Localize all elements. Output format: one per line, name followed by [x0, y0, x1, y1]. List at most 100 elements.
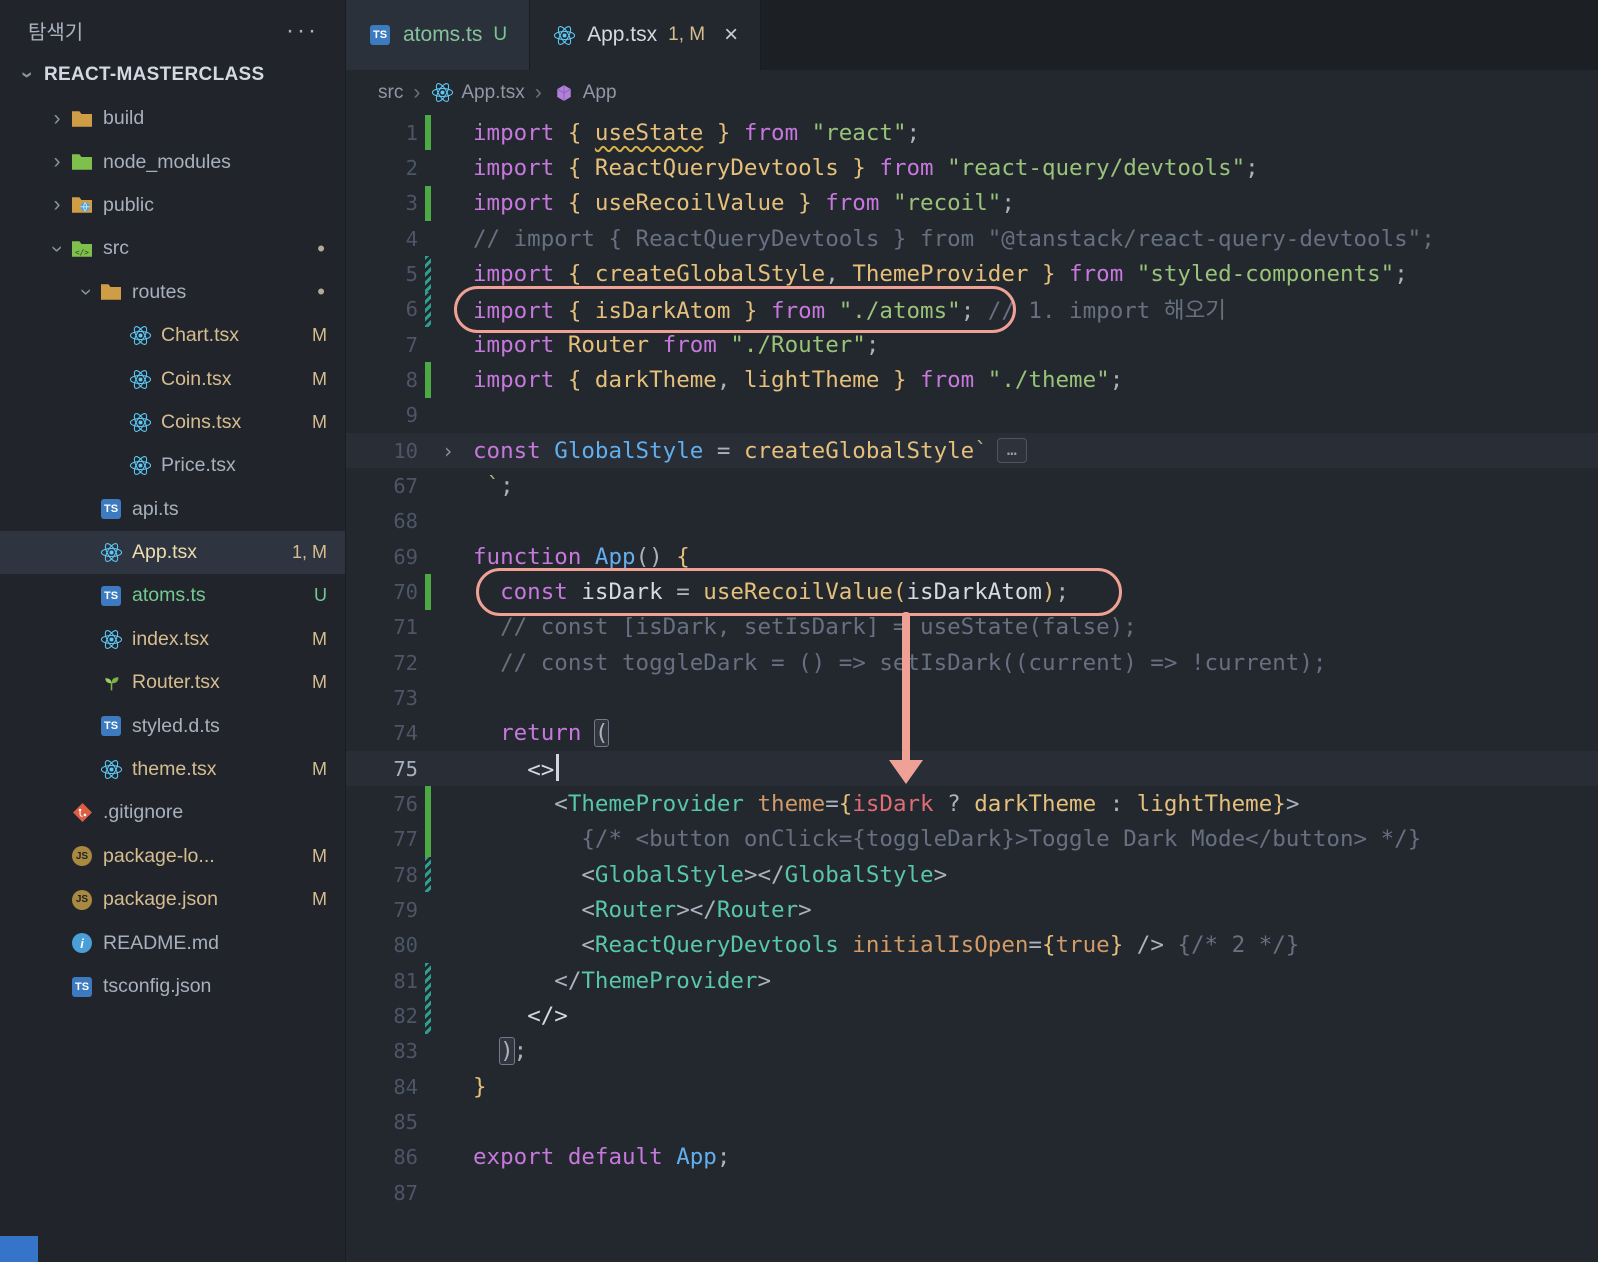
line-number: 75: [393, 756, 418, 781]
code-line-80[interactable]: 80 <ReactQueryDevtools initialIsOpen={tr…: [346, 928, 1598, 963]
tree-item-readme-md[interactable]: i README.md: [0, 921, 345, 964]
typescript-icon: TS: [99, 498, 123, 520]
code-text: return (: [500, 719, 610, 748]
tree-item-tsconfig-json[interactable]: TS tsconfig.json: [0, 965, 345, 1008]
chevron-down-icon[interactable]: ›: [74, 279, 98, 305]
code-line-74[interactable]: 74 return (: [346, 716, 1598, 751]
tree-item-router-tsx[interactable]: Router.tsx M: [0, 661, 345, 704]
tree-item-label: index.tsx: [132, 627, 209, 650]
tree-item-package-lo[interactable]: JS package-lo... M: [0, 835, 345, 878]
code-line-82[interactable]: 82 </>: [346, 998, 1598, 1034]
gutter-spacer: [418, 928, 436, 963]
tree-item-chart-tsx[interactable]: Chart.tsx M: [0, 314, 345, 357]
project-root-label: REACT-MASTERCLASS: [44, 64, 265, 85]
code-text: </ThemeProvider>: [554, 967, 772, 994]
code-line-71[interactable]: 71 // const [isDark, setIsDark] = useSta…: [346, 610, 1598, 645]
code-editor[interactable]: 1 import { useState } from "react"; 2 impor…: [346, 115, 1598, 1210]
chevron-right-icon[interactable]: ›: [44, 107, 70, 131]
line-number: 84: [393, 1074, 418, 1099]
code-line-73[interactable]: 73: [346, 680, 1598, 715]
git-status-badge: M: [312, 672, 327, 693]
code-line-67[interactable]: 67 `;: [346, 468, 1598, 503]
code-line-68[interactable]: 68: [346, 504, 1598, 539]
tree-item-build[interactable]: › build: [0, 97, 345, 140]
code-line-4[interactable]: 4 // import { ReactQueryDevtools } from "…: [346, 221, 1598, 256]
tree-item-coins-tsx[interactable]: Coins.tsx M: [0, 401, 345, 444]
tree-item-routes[interactable]: › routes •: [0, 271, 345, 314]
code-line-86[interactable]: 86 export default App;: [346, 1140, 1598, 1175]
code-text: import Router from "./Router";: [473, 331, 880, 358]
code-line-81[interactable]: 81 </ThemeProvider>: [346, 962, 1598, 999]
line-number: 1: [405, 120, 418, 145]
chevron-down-icon[interactable]: ›: [45, 236, 69, 262]
code-line-72[interactable]: 72 // const toggleDark = () => setIsDark…: [346, 645, 1598, 680]
git-status-badge: M: [312, 759, 327, 780]
git-icon: [70, 802, 94, 824]
code-line-2[interactable]: 2 import { ReactQueryDevtools } from "rea…: [346, 150, 1598, 185]
tree-item-api-ts[interactable]: TS api.ts: [0, 488, 345, 531]
close-tab-icon[interactable]: ×: [724, 23, 738, 47]
tab-app-tsx[interactable]: App.tsx 1, M ×: [530, 0, 762, 70]
code-line-84[interactable]: 84}: [346, 1069, 1598, 1104]
code-line-69[interactable]: 69 function App() {: [346, 539, 1598, 574]
chevron-right-icon[interactable]: ›: [44, 150, 70, 174]
tree-item-package-json[interactable]: JS package.json M: [0, 878, 345, 921]
code-line-10[interactable]: 10 › const GlobalStyle = createGlobalStyle…: [346, 432, 1598, 469]
file-tree: › build › node_modules › public › </> src • › route…: [0, 97, 345, 1008]
code-line-87[interactable]: 87: [346, 1175, 1598, 1210]
more-actions-icon[interactable]: ···: [286, 18, 319, 42]
code-line-3[interactable]: 3 import { useRecoilValue } from "recoil"…: [346, 185, 1598, 222]
git-status-badge: M: [312, 368, 327, 389]
project-root-row[interactable]: › REACT-MASTERCLASS: [0, 53, 345, 97]
tree-item-gitignore[interactable]: .gitignore: [0, 791, 345, 834]
code-line-77[interactable]: 77 {/* <button onClick={toggleDark}>Togg…: [346, 821, 1598, 858]
tree-item-styled-d-ts[interactable]: TS styled.d.ts: [0, 704, 345, 747]
code-text: <Router></Router>: [581, 896, 812, 923]
remote-indicator[interactable]: [0, 1236, 38, 1262]
code-line-6[interactable]: 6 import { isDarkAtom } from "./atoms"; /…: [346, 291, 1598, 328]
line-number: 82: [393, 1003, 418, 1028]
breadcrumb-item-app[interactable]: App: [552, 82, 617, 104]
code-line-83[interactable]: 83 );: [346, 1034, 1598, 1069]
tree-item-node-modules[interactable]: › node_modules: [0, 140, 345, 183]
line-number: 9: [405, 403, 418, 428]
fold-chevron-icon[interactable]: ›: [436, 439, 460, 463]
code-line-79[interactable]: 79 <Router></Router>: [346, 892, 1598, 927]
code-line-70[interactable]: 70 const isDark = useRecoilValue(isDarkA…: [346, 574, 1598, 610]
git-status-badge: U: [314, 585, 327, 606]
tree-item-price-tsx[interactable]: Price.tsx: [0, 444, 345, 487]
gutter-spacer: [418, 221, 436, 256]
tree-item-public[interactable]: › public: [0, 184, 345, 227]
code-text: <ThemeProvider theme={isDark ? darkTheme…: [554, 790, 1300, 817]
tab-atoms-ts[interactable]: TS atoms.ts U: [346, 0, 531, 70]
tree-item-label: Router.tsx: [132, 671, 220, 694]
tree-item-coin-tsx[interactable]: Coin.tsx M: [0, 357, 345, 400]
tree-item-theme-tsx[interactable]: theme.tsx M: [0, 748, 345, 791]
code-line-9[interactable]: 9: [346, 398, 1598, 433]
tab-bar: TS atoms.ts U App.tsx 1, M ×: [346, 0, 1598, 70]
tree-item-atoms-ts[interactable]: TS atoms.ts U: [0, 574, 345, 617]
tree-item-label: theme.tsx: [132, 758, 217, 781]
code-line-8[interactable]: 8 import { darkTheme, lightTheme } from "…: [346, 362, 1598, 398]
code-text: <GlobalStyle></GlobalStyle>: [581, 861, 948, 888]
modified-dot-badge: •: [317, 235, 325, 261]
code-line-76[interactable]: 76 <ThemeProvider theme={isDark ? darkTh…: [346, 786, 1598, 822]
breadcrumb-item-app-tsx[interactable]: App.tsx: [430, 82, 525, 104]
vscode-window: 탐색기 ··· › REACT-MASTERCLASS › build › node_…: [0, 0, 1598, 1262]
code-text: // const toggleDark = () => setIsDark((c…: [500, 649, 1327, 676]
tree-item-index-tsx[interactable]: index.tsx M: [0, 618, 345, 661]
breadcrumb-separator-icon: ›: [534, 80, 542, 104]
tree-item-src[interactable]: › </> src •: [0, 227, 345, 270]
code-line-78[interactable]: 78 <GlobalStyle></GlobalStyle>: [346, 856, 1598, 893]
line-number: 77: [393, 827, 418, 852]
text-cursor: [556, 754, 559, 782]
tree-item-app-tsx[interactable]: App.tsx 1, M: [0, 530, 345, 575]
code-line-75[interactable]: 75 <>: [346, 750, 1598, 787]
code-line-7[interactable]: 7 import Router from "./Router";: [346, 327, 1598, 362]
code-line-5[interactable]: 5 import { createGlobalStyle, ThemeProvid…: [346, 256, 1598, 292]
code-line-85[interactable]: 85: [346, 1104, 1598, 1139]
breadcrumb-item-src[interactable]: src: [378, 82, 403, 104]
gutter-spacer: [418, 645, 436, 680]
chevron-right-icon[interactable]: ›: [44, 193, 70, 217]
code-line-1[interactable]: 1 import { useState } from "react";: [346, 115, 1598, 151]
